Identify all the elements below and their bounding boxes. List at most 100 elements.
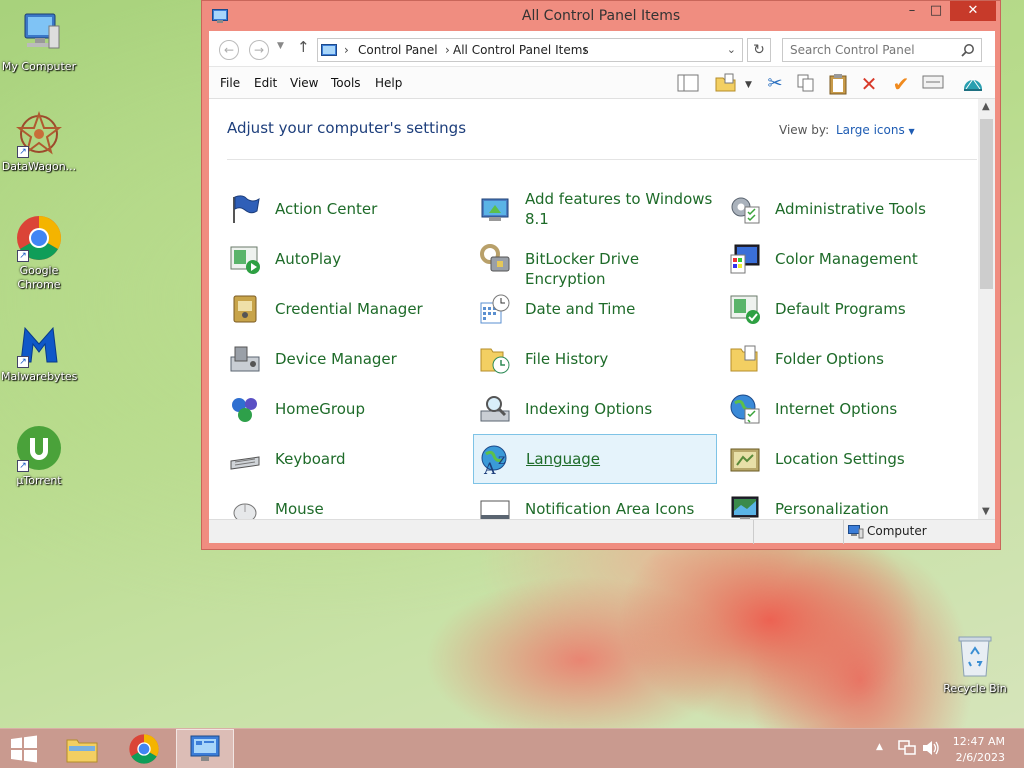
menu-tools[interactable]: Tools — [331, 76, 361, 90]
item-administrative-tools[interactable]: Administrative Tools — [723, 184, 967, 234]
flag-icon — [229, 193, 261, 225]
item-personalization[interactable]: Personalization — [723, 484, 967, 519]
breadcrumb-control-panel[interactable]: Control Panel — [358, 39, 438, 61]
color-management-icon — [729, 243, 761, 275]
item-notification-area-icons[interactable]: Notification Area Icons — [473, 484, 717, 519]
taskbar-chrome[interactable] — [116, 729, 172, 768]
item-default-programs[interactable]: Default Programs — [723, 284, 967, 334]
view-by-dropdown[interactable]: Large icons ▼ — [836, 123, 915, 137]
item-homegroup[interactable]: HomeGroup — [223, 384, 467, 434]
properties-icon[interactable] — [921, 73, 945, 95]
view-by-value: Large icons — [836, 123, 905, 137]
item-autoplay[interactable]: AutoPlay — [223, 234, 467, 284]
item-internet-options[interactable]: Internet Options — [723, 384, 967, 434]
taskbar-file-explorer[interactable] — [54, 729, 110, 768]
status-text: Computer — [867, 524, 927, 538]
control-panel-icon — [190, 735, 220, 761]
paste-icon[interactable] — [826, 73, 850, 95]
item-credential-manager[interactable]: Credential Manager — [223, 284, 467, 334]
search-input[interactable]: Search Control Panel — [782, 38, 982, 62]
recycle-bin-icon — [951, 632, 999, 680]
item-file-history[interactable]: File History — [473, 334, 717, 384]
taskbar-control-panel[interactable] — [176, 729, 234, 768]
item-color-management[interactable]: Color Management — [723, 234, 967, 284]
vertical-scrollbar[interactable]: ▲ ▼ — [978, 99, 995, 519]
item-device-manager[interactable]: Device Manager — [223, 334, 467, 384]
web-globe-icon[interactable] — [961, 73, 985, 95]
item-location-settings[interactable]: Location Settings — [723, 434, 967, 484]
menu-edit[interactable]: Edit — [254, 76, 277, 90]
recent-locations-icon[interactable]: ▼ — [277, 41, 284, 51]
status-divider — [753, 520, 754, 544]
network-icon[interactable] — [898, 740, 916, 760]
breadcrumb-sep-icon[interactable]: › — [583, 39, 588, 61]
desktop-icon-label: My Computer — [1, 60, 77, 73]
menu-view[interactable]: View — [290, 76, 318, 90]
menu-bar: File Edit View Tools Help ▼ ✂ ✕ ✔ — [209, 67, 995, 99]
refresh-button[interactable]: ↻ — [747, 38, 771, 62]
desktop-icon-label: µTorrent — [16, 474, 62, 487]
keyboard-icon — [229, 443, 261, 475]
scroll-thumb[interactable] — [980, 119, 993, 289]
views-dropdown-icon[interactable]: ▼ — [745, 80, 752, 90]
system-clock[interactable]: 12:47 AM 2/6/2023 — [953, 734, 1005, 766]
desktop-icon-datawagon[interactable]: ↗ DataWagon... — [1, 110, 77, 174]
clock-icon — [479, 293, 511, 325]
search-icon[interactable] — [961, 42, 975, 61]
window-client-area: ← → ▼ ↑ › Control Panel › All Control Pa… — [209, 31, 995, 544]
view-by-label: View by: — [779, 123, 830, 137]
folder-properties-icon[interactable] — [714, 73, 738, 95]
start-button[interactable] — [0, 729, 48, 768]
volume-icon[interactable] — [922, 740, 940, 760]
shortcut-arrow-icon: ↗ — [17, 250, 29, 262]
desktop-icon-recycle-bin[interactable]: Recycle Bin — [937, 632, 1013, 696]
breadcrumb-all-items[interactable]: All Control Panel Items — [453, 39, 589, 61]
add-features-icon — [479, 193, 511, 225]
clock-time: 12:47 AM — [952, 735, 1005, 748]
computer-icon — [15, 10, 63, 58]
back-button[interactable]: ← — [219, 40, 239, 60]
status-bar: Computer — [209, 519, 995, 544]
item-indexing-options[interactable]: Indexing Options — [473, 384, 717, 434]
item-action-center[interactable]: Action Center — [223, 184, 467, 234]
menu-help[interactable]: Help — [375, 76, 402, 90]
forward-button[interactable]: → — [249, 40, 269, 60]
window-title: All Control Panel Items — [521, 8, 681, 24]
svg-text:A: A — [483, 459, 496, 476]
file-explorer-icon — [66, 739, 98, 763]
language-icon: Az — [480, 444, 512, 478]
desktop-icon-google-chrome[interactable]: ↗ Google Chrome — [1, 214, 77, 292]
layout-pane-icon[interactable] — [676, 73, 700, 95]
item-bitlocker[interactable]: BitLocker Drive Encryption — [473, 234, 717, 288]
breadcrumb-sep-icon[interactable]: › — [344, 39, 349, 61]
title-bar[interactable]: All Control Panel Items – □ ✕ — [202, 1, 1000, 31]
status-divider — [843, 520, 844, 544]
check-icon[interactable]: ✔ — [889, 73, 913, 95]
utorrent-icon: ↗ — [15, 424, 63, 472]
scroll-up-icon[interactable]: ▲ — [982, 101, 990, 112]
item-folder-options[interactable]: Folder Options — [723, 334, 967, 384]
menu-file[interactable]: File — [220, 76, 240, 90]
maximize-button[interactable]: □ — [924, 1, 948, 21]
desktop-icon-my-computer[interactable]: My Computer — [1, 10, 77, 74]
up-arrow-icon[interactable]: ↑ — [297, 38, 310, 56]
item-keyboard[interactable]: Keyboard — [223, 434, 467, 484]
minimize-button[interactable]: – — [900, 1, 924, 21]
desktop-icon-utorrent[interactable]: ↗ µTorrent — [1, 424, 77, 488]
show-hidden-icons[interactable]: ▲ — [876, 742, 883, 752]
address-dropdown-icon[interactable]: ⌄ — [727, 39, 736, 61]
cut-icon[interactable]: ✂ — [763, 73, 787, 95]
item-date-time[interactable]: Date and Time — [473, 284, 717, 334]
item-mouse[interactable]: Mouse — [223, 484, 467, 519]
item-language[interactable]: Az Language — [473, 434, 717, 484]
address-box[interactable]: › Control Panel › All Control Panel Item… — [317, 38, 743, 62]
address-bar-row: ← → ▼ ↑ › Control Panel › All Control Pa… — [209, 31, 995, 67]
item-add-features[interactable]: Add features to Windows 8.1 — [473, 184, 717, 234]
scroll-down-icon[interactable]: ▼ — [982, 506, 990, 517]
delete-icon[interactable]: ✕ — [857, 73, 881, 95]
breadcrumb-sep-icon[interactable]: › — [445, 39, 450, 61]
desktop-icon-malwarebytes[interactable]: ↗ Malwarebytes — [1, 320, 77, 384]
close-button[interactable]: ✕ — [950, 1, 996, 21]
copy-icon[interactable] — [794, 73, 818, 95]
status-computer-icon — [848, 525, 864, 542]
